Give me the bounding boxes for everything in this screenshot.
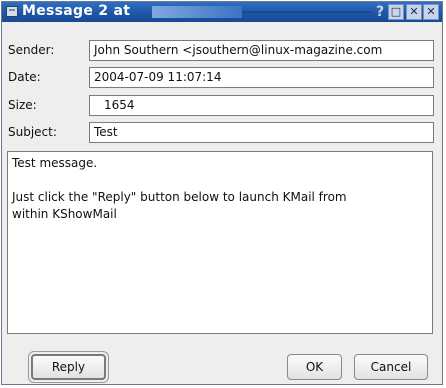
subject-label: Subject:	[8, 125, 57, 139]
title-bar-divider	[242, 11, 372, 13]
app-icon	[6, 6, 18, 17]
maximize-button[interactable]: □	[388, 4, 404, 20]
close-button[interactable]: ✕	[406, 4, 422, 20]
sender-field[interactable]: John Southern <jsouthern@linux-magazine.…	[89, 40, 434, 61]
message-line: within KShowMail	[12, 207, 117, 221]
message-line: Just click the "Reply" button below to l…	[12, 190, 347, 204]
message-dialog: Message 2 at ? □ ✕ ✕ Sender: John Southe…	[1, 1, 443, 385]
message-line	[12, 172, 428, 189]
sender-label: Sender:	[8, 43, 55, 57]
date-label: Date:	[8, 70, 41, 84]
date-row: Date: 2004-07-09 11:07:14	[2, 66, 442, 90]
cancel-button[interactable]: Cancel	[354, 354, 428, 380]
reply-button[interactable]: Reply	[28, 351, 109, 383]
size-label: Size:	[8, 98, 37, 112]
close-window-button[interactable]: ✕	[423, 4, 439, 20]
window-title: Message 2 at	[22, 3, 131, 19]
sender-row: Sender: John Southern <jsouthern@linux-m…	[2, 39, 442, 63]
title-bar[interactable]: Message 2 at ? □ ✕ ✕	[2, 2, 442, 22]
size-field[interactable]: 1654	[89, 95, 434, 116]
message-line: Test message.	[12, 156, 98, 170]
date-field[interactable]: 2004-07-09 11:07:14	[89, 67, 434, 88]
size-row: Size: 1654	[2, 94, 442, 118]
subject-field[interactable]: Test	[89, 122, 434, 143]
message-body[interactable]: Test message. Just click the "Reply" but…	[7, 151, 433, 334]
subject-row: Subject: Test	[2, 121, 442, 145]
ok-button[interactable]: OK	[287, 354, 342, 380]
help-button[interactable]: ?	[372, 4, 388, 20]
title-bar-decoration	[152, 6, 242, 18]
